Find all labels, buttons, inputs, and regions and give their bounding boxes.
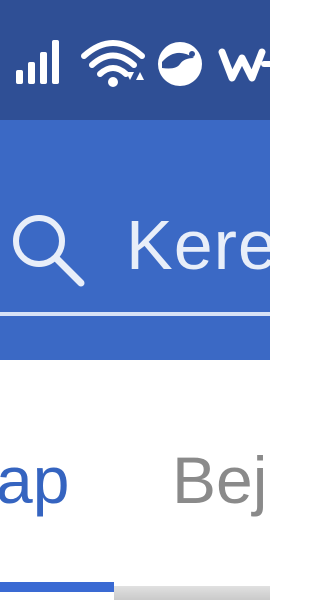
search-input[interactable]: Kere xyxy=(126,205,270,285)
signal-icon xyxy=(16,40,59,84)
app-icon xyxy=(158,42,202,86)
status-bar xyxy=(0,0,270,120)
tab-inactive[interactable]: Bej xyxy=(172,440,267,520)
search-underline xyxy=(0,312,270,316)
search-icon[interactable] xyxy=(6,208,88,290)
app-icon xyxy=(218,48,270,82)
tab-active[interactable]: ap xyxy=(0,440,69,520)
wifi-icon xyxy=(81,40,145,87)
active-tab-indicator xyxy=(0,582,114,592)
phone-screen: Kere ap Bej xyxy=(0,0,270,600)
content-edge xyxy=(114,586,270,600)
